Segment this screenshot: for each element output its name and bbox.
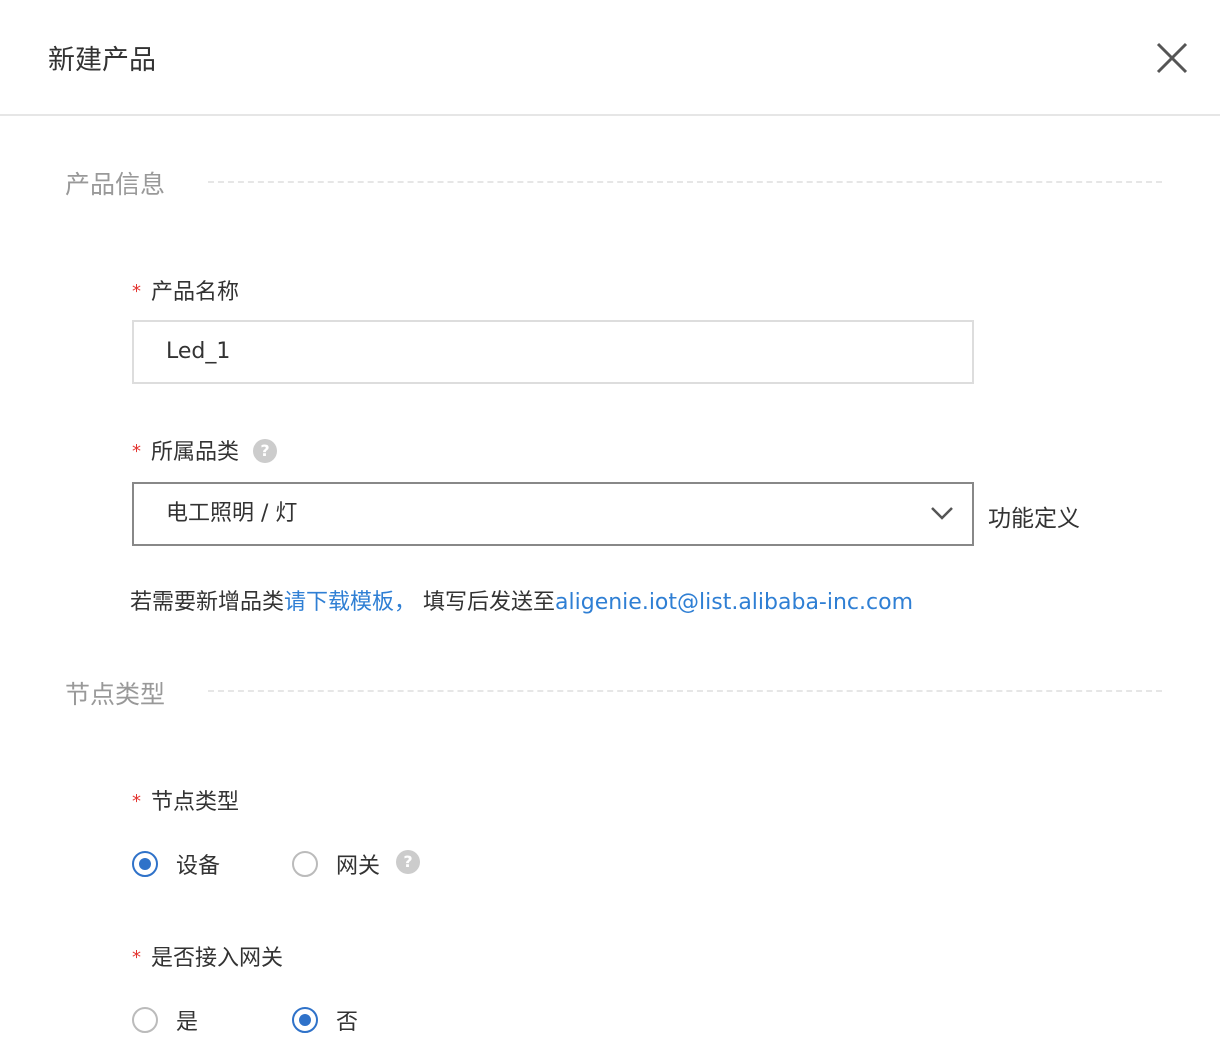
radio-label: 网关 (336, 854, 381, 879)
download-template-link[interactable]: 请下载模板， (284, 590, 416, 615)
product-name-label: * 产品名称 (132, 274, 239, 306)
radio-no[interactable]: 否 (292, 1004, 358, 1036)
radio-device[interactable]: 设备 (132, 848, 220, 880)
product-name-label-text: 产品名称 (151, 280, 240, 305)
radio-circle[interactable] (292, 851, 318, 877)
required-mark: * (132, 947, 141, 968)
section-divider (208, 690, 1162, 692)
radio-circle[interactable] (132, 1007, 158, 1033)
category-hint: 若需要新增品类请下载模板， 填写后发送至aligenie.iot@list.al… (130, 584, 913, 616)
node-type-label: * 节点类型 (132, 784, 239, 816)
radio-circle[interactable] (292, 1007, 318, 1033)
close-icon (1156, 42, 1188, 74)
section-divider (208, 181, 1162, 183)
category-label-text: 所属品类 (151, 440, 240, 465)
radio-gateway[interactable]: 网关 ? (292, 848, 421, 880)
product-name-input[interactable]: Led_1 (132, 320, 974, 384)
required-mark: * (132, 281, 141, 302)
radio-label: 否 (336, 1010, 359, 1035)
question-icon[interactable]: ? (396, 850, 421, 874)
radio-label: 是 (176, 1010, 199, 1035)
category-select[interactable]: 电工照明 / 灯 (132, 482, 974, 546)
gateway-access-label-text: 是否接入网关 (151, 946, 284, 971)
node-type-label-text: 节点类型 (151, 790, 240, 815)
required-mark: * (132, 441, 141, 462)
dialog-header: 新建产品 (0, 0, 1220, 116)
hint-middle: 填写后发送至 (416, 590, 556, 615)
function-definition-link[interactable]: 功能定义 (988, 499, 1080, 533)
radio-yes[interactable]: 是 (132, 1004, 198, 1036)
radio-circle[interactable] (132, 851, 158, 877)
category-selected-value: 电工照明 / 灯 (166, 501, 298, 526)
required-mark: * (132, 791, 141, 812)
gateway-access-label: * 是否接入网关 (132, 940, 283, 972)
radio-label: 设备 (176, 854, 221, 879)
section-title-product-info: 产品信息 (65, 170, 166, 199)
email-link[interactable]: aligenie.iot@list.alibaba-inc.com (555, 590, 913, 615)
question-icon[interactable]: ? (253, 439, 278, 463)
chevron-down-icon (931, 507, 953, 520)
dialog-title: 新建产品 (48, 45, 156, 76)
section-title-node-type: 节点类型 (65, 680, 166, 709)
category-label: * 所属品类? (132, 434, 278, 466)
hint-prefix: 若需要新增品类 (130, 590, 285, 615)
close-button[interactable] (1152, 38, 1192, 78)
